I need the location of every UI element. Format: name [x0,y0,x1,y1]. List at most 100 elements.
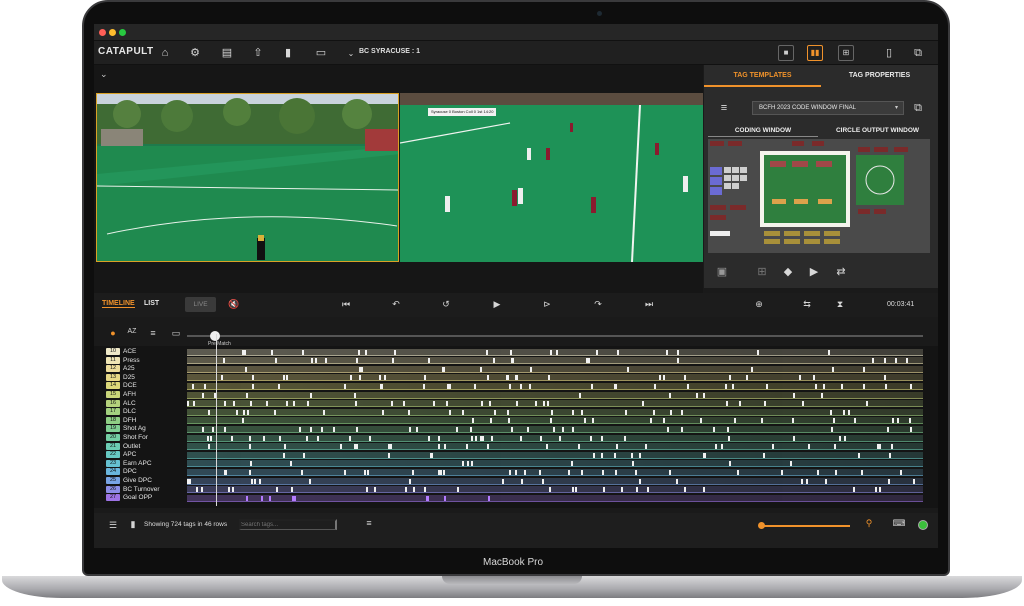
tag-marker[interactable] [480,366,482,372]
timeline-row-label[interactable]: 14 DCE [106,382,137,390]
tag-marker[interactable] [700,418,702,424]
tag-marker[interactable] [245,366,247,372]
label-icon[interactable]: ▶ [806,264,822,280]
tag-marker[interactable] [462,409,464,415]
tag-marker[interactable] [588,358,590,364]
split-view-icon[interactable]: ▮▮ [807,45,823,61]
tag-marker[interactable] [388,444,390,450]
tag-marker[interactable] [834,444,836,450]
save-icon[interactable]: ▣ [714,264,730,280]
filter-icon[interactable]: ≡ [362,518,376,528]
tag-marker[interactable] [761,418,763,424]
tag-marker[interactable] [879,487,881,493]
step-forward-5-icon[interactable]: ↷ [591,299,605,310]
tag-marker[interactable] [841,383,843,389]
tag-marker[interactable] [470,426,472,432]
marker-pin-icon[interactable]: ⚲ [862,518,876,529]
tag-marker[interactable] [482,435,484,441]
tag-marker[interactable] [269,495,271,501]
tag-marker[interactable] [684,375,686,381]
minimize-window-button[interactable] [109,29,116,36]
tag-marker[interactable] [529,383,531,389]
tag-marker[interactable] [466,444,468,450]
tag-marker[interactable] [889,452,891,458]
tag-marker[interactable] [571,461,573,467]
tag-marker[interactable] [729,461,731,467]
tag-marker[interactable] [725,383,727,389]
tag-marker[interactable] [509,469,511,475]
tag-marker[interactable] [825,478,827,484]
tag-marker[interactable] [208,409,210,415]
tag-marker[interactable] [193,401,195,407]
tag-marker[interactable] [333,426,335,432]
tag-marker[interactable] [913,478,915,484]
tag-marker[interactable] [596,349,598,355]
tag-marker[interactable] [249,444,251,450]
tag-marker[interactable] [875,487,877,493]
timeline-lane[interactable] [187,460,923,468]
tag-marker[interactable] [493,358,495,364]
tag-marker[interactable] [592,418,594,424]
tag-marker[interactable] [584,418,586,424]
tag-marker[interactable] [355,401,357,407]
tag-marker[interactable] [572,426,574,432]
tag-marker[interactable] [703,487,705,493]
tag-marker[interactable] [831,426,833,432]
tag-marker[interactable] [861,469,863,475]
tag-marker[interactable] [299,426,301,432]
tag-marker[interactable] [631,452,633,458]
timeline-row-label[interactable]: 25 Give DPC [106,477,152,485]
tag-marker[interactable] [677,358,679,364]
tag-marker[interactable] [746,375,748,381]
tag-marker[interactable] [361,366,363,372]
tag-marker[interactable] [639,478,641,484]
tag-marker[interactable] [306,435,308,441]
tag-marker[interactable] [677,349,679,355]
tag-marker[interactable] [207,435,209,441]
grid-view-icon[interactable]: ⊞ [838,45,854,61]
tag-marker[interactable] [581,469,583,475]
tag-marker[interactable] [271,349,273,355]
tag-marker[interactable] [556,349,558,355]
tag-marker[interactable] [365,349,367,355]
tag-marker[interactable] [572,487,574,493]
tag-marker[interactable] [751,366,753,372]
tag-marker[interactable] [243,409,245,415]
tag-marker[interactable] [515,469,517,475]
tag-marker[interactable] [225,469,227,475]
tag-marker[interactable] [669,469,671,475]
tag-marker[interactable] [443,469,445,475]
tag-marker[interactable] [823,383,825,389]
timeline-lane[interactable] [187,477,923,485]
tag-marker[interactable] [249,469,251,475]
tag-marker[interactable] [491,435,493,441]
timeline-lane[interactable] [187,408,923,416]
tag-marker[interactable] [344,469,346,475]
tag-marker[interactable] [593,452,595,458]
tag-marker[interactable] [392,358,394,364]
tag-marker[interactable] [884,375,886,381]
tag-marker[interactable] [835,469,837,475]
tag-marker[interactable] [394,349,396,355]
tag-marker[interactable] [681,426,683,432]
tag-marker[interactable] [511,426,513,432]
tag-marker[interactable] [562,426,564,432]
tag-marker[interactable] [317,435,319,441]
tag-marker[interactable] [654,383,656,389]
tag-marker[interactable] [382,409,384,415]
tag-marker[interactable] [424,487,426,493]
tag-marker[interactable] [449,383,451,389]
tag-marker[interactable] [212,426,214,432]
tag-marker[interactable] [833,418,835,424]
tag-marker[interactable] [520,383,522,389]
tag-marker[interactable] [367,469,369,475]
tag-marker[interactable] [487,444,489,450]
tag-marker[interactable] [539,469,541,475]
tag-marker[interactable] [284,444,286,450]
tag-marker[interactable] [247,409,249,415]
tag-marker[interactable] [471,461,473,467]
tag-marker[interactable] [444,444,446,450]
tag-marker[interactable] [364,469,366,475]
tag-marker[interactable] [494,409,496,415]
tag-marker[interactable] [721,444,723,450]
